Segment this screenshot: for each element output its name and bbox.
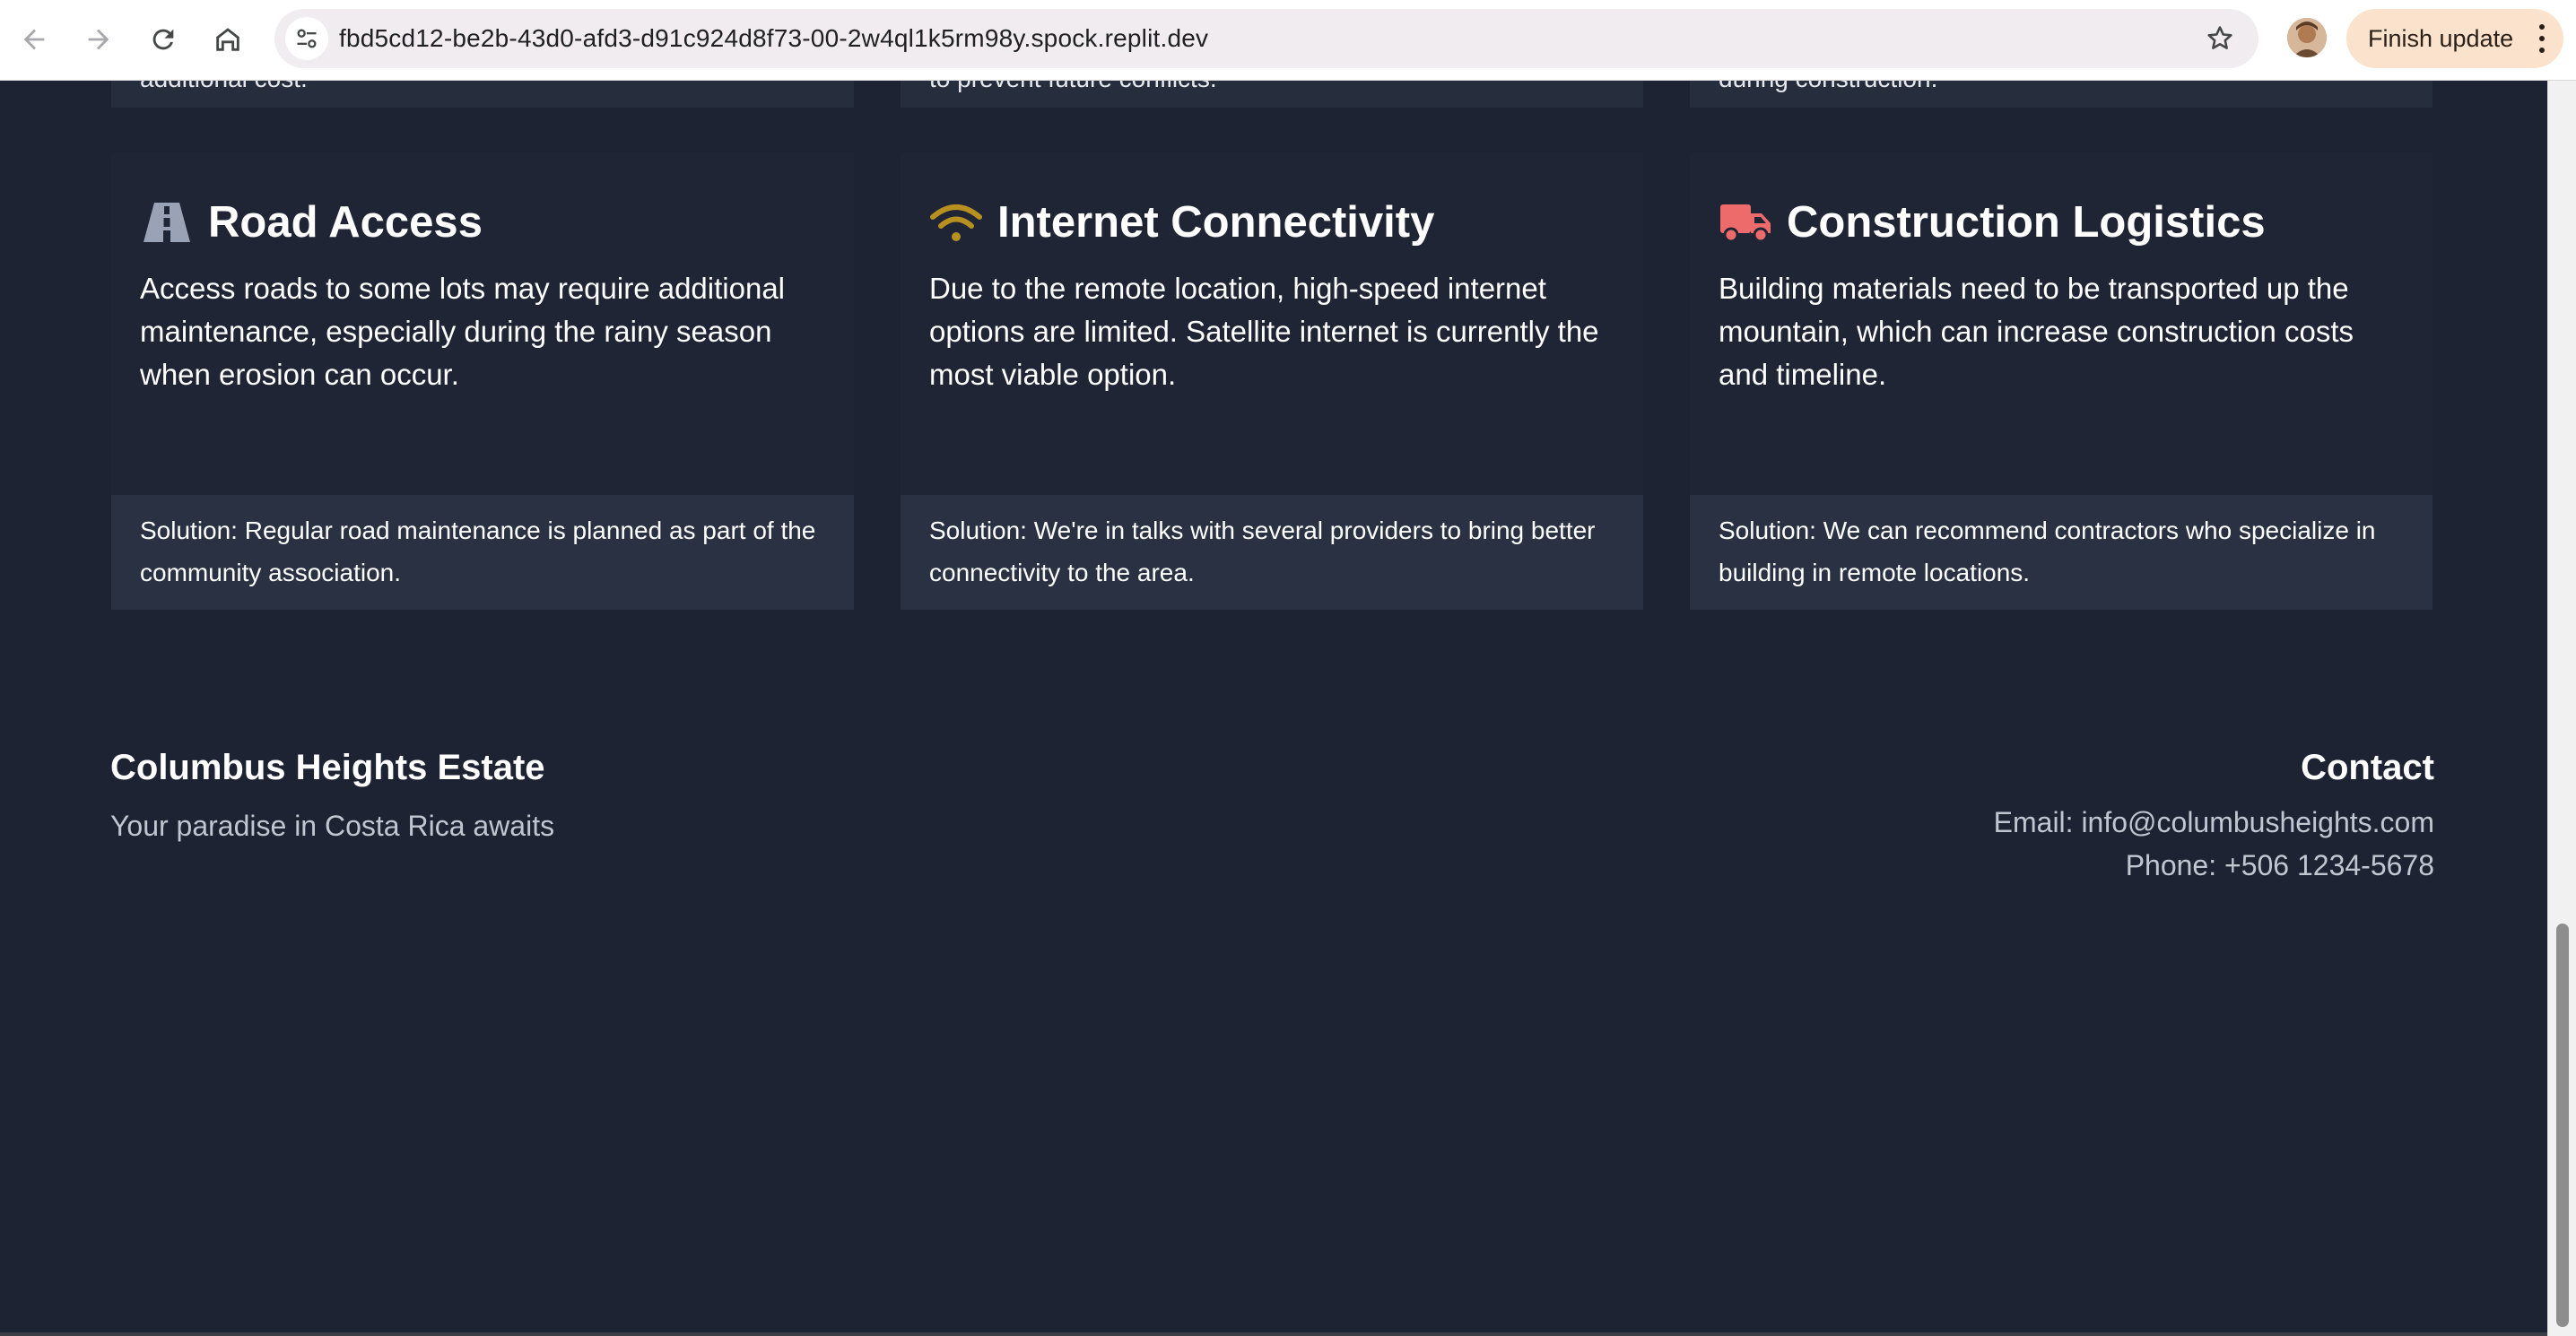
forward-icon [88,29,109,50]
card-description: Access roads to some lots may require ad… [140,272,786,391]
card-partial-text: during construction. [1719,81,1937,93]
footer-contact-block: Contact Email: info@columbusheights.com … [1994,748,2434,887]
card-description: Building materials need to be transporte… [1719,272,2354,391]
finish-update-button[interactable]: Finish update [2346,9,2563,68]
card-header: Road Access [140,195,483,249]
footer-brand-block: Columbus Heights Estate Your paradise in… [110,748,554,843]
road-icon [140,200,194,245]
footer-contact-title: Contact [2301,748,2434,787]
back-button[interactable] [11,16,57,63]
footer-brand: Columbus Heights Estate [110,748,545,787]
card-title: Internet Connectivity [997,198,1435,247]
scrollbar-thumb[interactable] [2556,924,2569,1327]
challenge-card-partial: to prevent future conflicts. [901,81,1643,108]
challenge-card-construction: Construction Logistics Building material… [1690,152,2432,610]
address-bar[interactable]: fbd5cd12-be2b-43d0-afd3-d91c924d8f73-00-… [274,9,2258,68]
vertical-scrollbar[interactable] [2547,81,2576,1336]
challenge-card-road-access: Road Access Access roads to some lots ma… [111,152,854,610]
card-header: Internet Connectivity [929,195,1434,249]
card-title: Construction Logistics [1787,198,2266,247]
browser-toolbar: fbd5cd12-be2b-43d0-afd3-d91c924d8f73-00-… [0,0,2576,81]
more-vert-icon [2538,24,2546,53]
footer-tagline: Your paradise in Costa Rica awaits [110,810,555,842]
footer-email: Email: info@columbusheights.com [1993,806,2434,838]
finish-update-label: Finish update [2368,24,2514,52]
card-solution: Solution: We're in talks with several pr… [901,495,1643,610]
challenge-card-partial: additional cost. [111,81,854,108]
wifi-icon [929,200,983,245]
site-info-button[interactable] [285,17,328,60]
card-partial-text: additional cost. [140,81,308,93]
forward-button[interactable] [75,16,122,63]
card-partial-text: to prevent future conflicts. [929,81,1217,93]
window-bottom-edge [0,1332,2547,1336]
card-title: Road Access [208,198,483,247]
site-info-icon [297,29,317,48]
truck-icon [1719,200,1772,245]
home-icon [216,28,239,51]
bookmark-star-icon [2207,26,2232,49]
bookmark-star-button[interactable] [2203,22,2237,56]
card-header: Construction Logistics [1719,195,2266,249]
back-icon [23,29,45,50]
reload-icon [152,29,174,50]
url-text[interactable]: fbd5cd12-be2b-43d0-afd3-d91c924d8f73-00-… [339,9,1208,68]
reload-button[interactable] [140,16,187,63]
page-content: additional cost. to prevent future confl… [0,81,2547,1336]
challenge-card-internet: Internet Connectivity Due to the remote … [901,152,1643,610]
card-description: Due to the remote location, high-speed i… [929,272,1599,391]
home-button[interactable] [205,16,251,63]
footer-phone: Phone: +506 1234-5678 [2125,849,2434,881]
card-solution: Solution: We can recommend contractors w… [1690,495,2432,610]
challenge-card-partial: during construction. [1690,81,2432,108]
profile-avatar[interactable] [2287,18,2327,57]
card-solution: Solution: Regular road maintenance is pl… [111,495,854,610]
